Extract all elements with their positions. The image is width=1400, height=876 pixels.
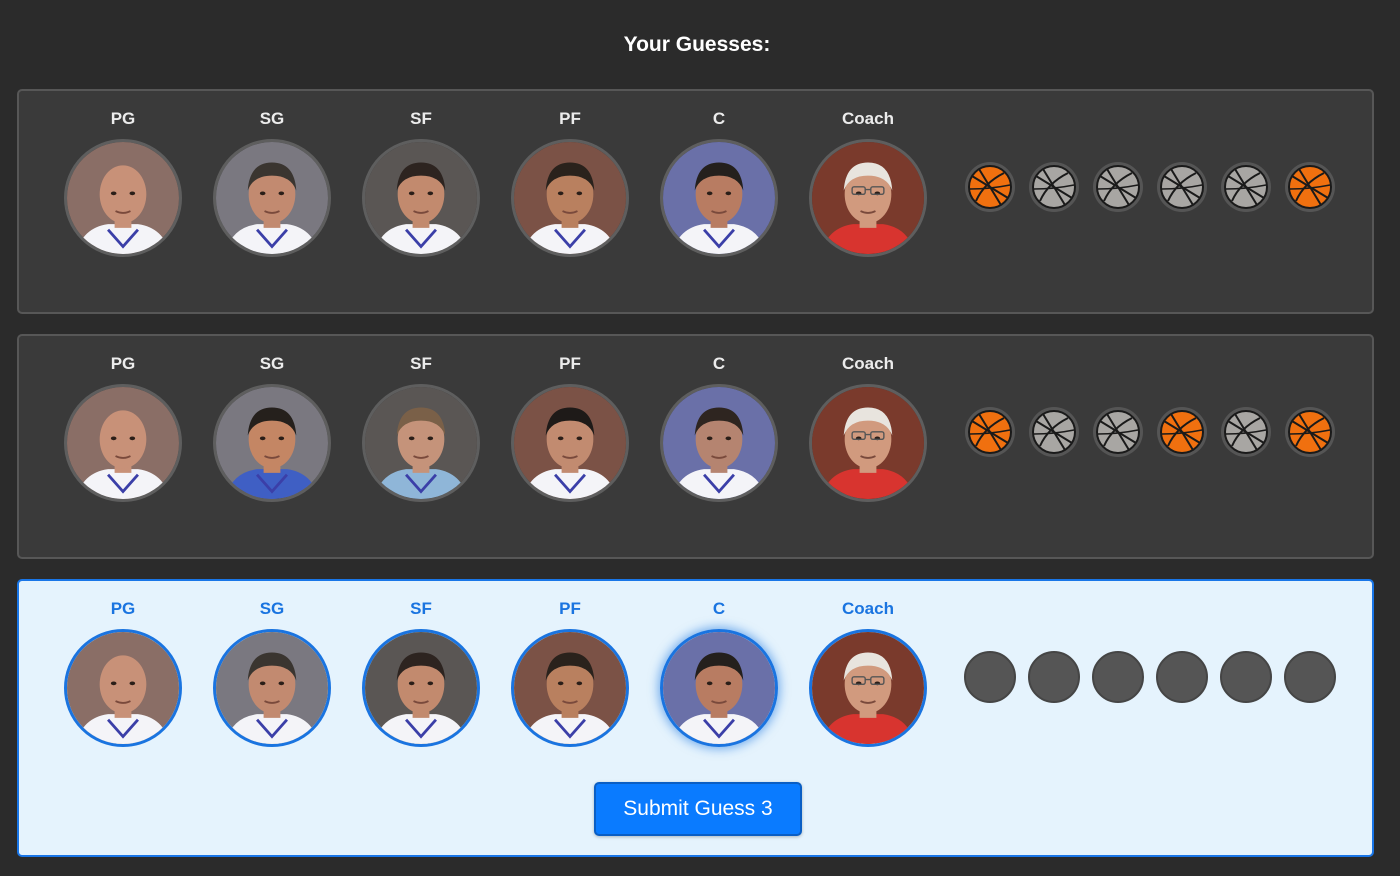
slot-coach: Coach: [805, 599, 931, 747]
player-avatar-pf[interactable]: [511, 139, 629, 257]
player-avatar-sg[interactable]: [213, 629, 331, 747]
position-label-pg: PG: [110, 109, 136, 128]
player-avatar-c[interactable]: [660, 384, 778, 502]
position-label-pg: PG: [110, 599, 136, 618]
position-label-pf: PF: [559, 599, 581, 618]
guess-row-1: PG SG SF PF C Coach: [17, 89, 1374, 314]
position-label-sf: SF: [410, 354, 432, 373]
coach-avatar[interactable]: [809, 384, 927, 502]
player-avatar-c[interactable]: [660, 139, 778, 257]
result-placeholder: [1092, 651, 1144, 703]
guess-row-2: PG SG SF PF C Coach: [17, 334, 1374, 559]
slot-pf: PF: [507, 109, 633, 257]
position-label-sf: SF: [410, 599, 432, 618]
position-label-sg: SG: [259, 599, 285, 618]
position-label-coach: Coach: [842, 599, 894, 618]
player-avatar-pf[interactable]: [511, 629, 629, 747]
basketball-icon: [1092, 406, 1144, 458]
basketball-icon: [1028, 406, 1080, 458]
result-placeholder: [1028, 651, 1080, 703]
slot-pg: PG: [60, 109, 186, 257]
position-label-pf: PF: [559, 109, 581, 128]
position-label-pf: PF: [559, 354, 581, 373]
slot-sf: SF: [358, 599, 484, 747]
slot-pg: PG: [60, 599, 186, 747]
player-avatar-pg[interactable]: [64, 629, 182, 747]
position-label-c: C: [712, 354, 726, 373]
basketball-icon: [1092, 161, 1144, 213]
position-label-sg: SG: [259, 109, 285, 128]
slot-sg: SG: [209, 599, 335, 747]
player-avatar-c[interactable]: [660, 629, 778, 747]
basketball-icon: [1220, 161, 1272, 213]
position-label-sg: SG: [259, 354, 285, 373]
position-label-coach: Coach: [842, 354, 894, 373]
result-placeholder: [1220, 651, 1272, 703]
position-label-sf: SF: [410, 109, 432, 128]
basketball-icon: [1284, 406, 1336, 458]
slot-coach: Coach: [805, 354, 931, 502]
slot-sg: SG: [209, 109, 335, 257]
slot-c: C: [656, 109, 782, 257]
basketball-icon: [964, 161, 1016, 213]
player-avatar-sg[interactable]: [213, 384, 331, 502]
player-avatar-sf[interactable]: [362, 629, 480, 747]
basketball-icon: [1156, 406, 1208, 458]
basketball-icon: [1156, 161, 1208, 213]
current-guess-row: PG SG SF PF C Coach Submit Guess 3: [17, 579, 1374, 857]
slot-pf: PF: [507, 599, 633, 747]
submit-guess-button[interactable]: Submit Guess 3: [594, 782, 802, 836]
slot-sf: SF: [358, 354, 484, 502]
slot-coach: Coach: [805, 109, 931, 257]
position-label-c: C: [712, 109, 726, 128]
basketball-icon: [1284, 161, 1336, 213]
position-label-coach: Coach: [842, 109, 894, 128]
slot-sf: SF: [358, 109, 484, 257]
result-placeholder: [1156, 651, 1208, 703]
result-placeholder: [1284, 651, 1336, 703]
player-avatar-sg[interactable]: [213, 139, 331, 257]
result-placeholder: [964, 651, 1016, 703]
coach-avatar[interactable]: [809, 139, 927, 257]
slot-sg: SG: [209, 354, 335, 502]
player-avatar-sf[interactable]: [362, 384, 480, 502]
basketball-icon: [1220, 406, 1272, 458]
slot-pg: PG: [60, 354, 186, 502]
slot-c: C: [656, 599, 782, 747]
player-avatar-sf[interactable]: [362, 139, 480, 257]
position-label-pg: PG: [110, 354, 136, 373]
slot-c: C: [656, 354, 782, 502]
player-avatar-pg[interactable]: [64, 139, 182, 257]
coach-avatar[interactable]: [809, 629, 927, 747]
basketball-icon: [1028, 161, 1080, 213]
basketball-icon: [964, 406, 1016, 458]
player-avatar-pg[interactable]: [64, 384, 182, 502]
slot-pf: PF: [507, 354, 633, 502]
player-avatar-pf[interactable]: [511, 384, 629, 502]
page-title: Your Guesses:: [623, 33, 771, 56]
position-label-c: C: [712, 599, 726, 618]
